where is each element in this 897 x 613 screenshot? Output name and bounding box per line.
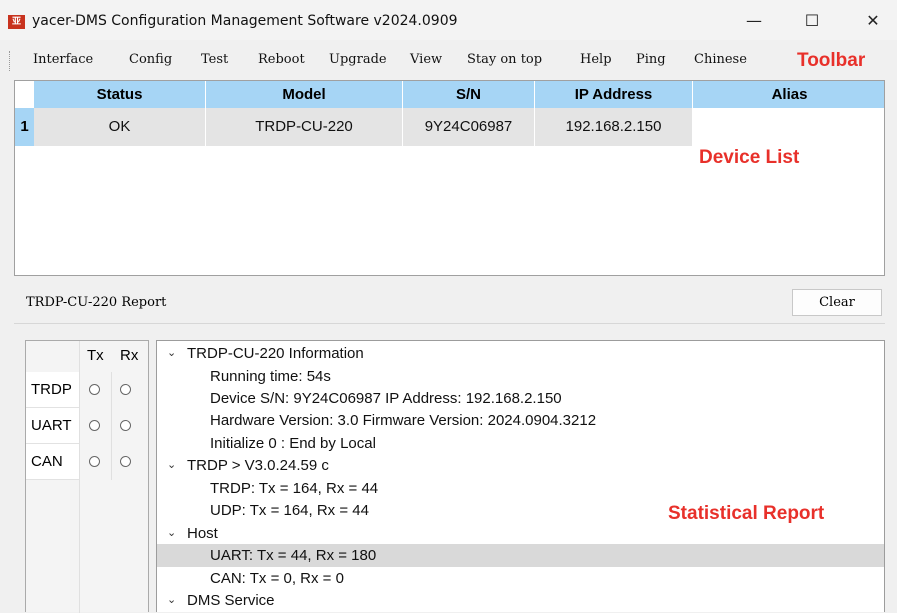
tree-node-label: TRDP > V3.0.24.59 c — [187, 457, 329, 474]
tree-leaf-label: Running time: 54s — [210, 368, 331, 385]
tree-leaf[interactable]: CAN: Tx = 0, Rx = 0 — [157, 567, 884, 590]
can-rx-indicator — [120, 456, 131, 467]
grip-icon — [9, 51, 13, 71]
cell-alias[interactable] — [693, 108, 884, 146]
io-label-trdp: TRDP — [26, 372, 79, 408]
tree-node-info[interactable]: ⌄ TRDP-CU-220 Information — [157, 342, 884, 365]
tree-leaf-label: TRDP: Tx = 164, Rx = 44 — [210, 480, 379, 497]
can-tx-indicator — [89, 456, 100, 467]
io-divider — [111, 372, 112, 480]
tree-leaf-label: Hardware Version: 3.0 Firmware Version: … — [210, 412, 597, 429]
menu-ping[interactable]: Ping — [636, 52, 666, 67]
cell-sn[interactable]: 9Y24C06987 — [403, 108, 535, 146]
tree-node-label: DMS Service — [187, 592, 275, 609]
column-header-alias[interactable]: Alias — [693, 81, 884, 108]
cell-status[interactable]: OK — [34, 108, 206, 146]
tree-node-trdp[interactable]: ⌄ TRDP > V3.0.24.59 c — [157, 454, 884, 477]
maximize-button[interactable]: ☐ — [789, 6, 835, 36]
tree-leaf[interactable]: TRDP: Tx = 164, Rx = 44 — [157, 477, 884, 500]
grid-corner — [15, 81, 34, 108]
tree-leaf[interactable]: Initialize 0 : End by Local — [157, 432, 884, 455]
menu-view[interactable]: View — [410, 52, 442, 67]
clear-button[interactable]: Clear — [792, 289, 882, 316]
tree-leaf-label: CAN: Tx = 0, Rx = 0 — [210, 570, 344, 587]
device-list[interactable]: Status Model S/N IP Address Alias 1 OK T… — [14, 80, 885, 276]
column-header-status[interactable]: Status — [34, 81, 206, 108]
tree-node-dms-service[interactable]: ⌄ DMS Service — [157, 589, 884, 612]
tree-node-label: TRDP-CU-220 Information — [187, 345, 364, 362]
divider — [14, 323, 885, 324]
menu-help[interactable]: Help — [580, 52, 612, 67]
tree-leaf-label: UART: Tx = 44, Rx = 180 — [210, 547, 377, 564]
tree-leaf-label: Initialize 0 : End by Local — [210, 435, 376, 452]
title-bar: 亚 yacer-DMS Configuration Management Sof… — [0, 0, 897, 40]
tree-leaf[interactable]: Hardware Version: 3.0 Firmware Version: … — [157, 409, 884, 432]
column-header-model[interactable]: Model — [206, 81, 403, 108]
chevron-down-icon[interactable]: ⌄ — [167, 522, 176, 545]
column-header-ip[interactable]: IP Address — [535, 81, 693, 108]
tree-leaf-label: UDP: Tx = 164, Rx = 44 — [210, 502, 369, 519]
row-header[interactable]: 1 — [15, 108, 34, 146]
menu-chinese[interactable]: Chinese — [694, 52, 747, 67]
menu-config[interactable]: Config — [129, 52, 172, 67]
menu-reboot[interactable]: Reboot — [258, 52, 305, 67]
tree-leaf-selected[interactable]: UART: Tx = 44, Rx = 180 — [157, 544, 884, 567]
io-label-uart: UART — [26, 408, 79, 444]
chevron-down-icon[interactable]: ⌄ — [167, 342, 176, 365]
uart-tx-indicator — [89, 420, 100, 431]
menu-interface[interactable]: Interface — [33, 52, 93, 67]
window-title: yacer-DMS Configuration Management Softw… — [32, 13, 458, 29]
cell-model[interactable]: TRDP-CU-220 — [206, 108, 403, 146]
chevron-down-icon[interactable]: ⌄ — [167, 454, 176, 477]
tx-header: Tx — [87, 347, 104, 364]
uart-rx-indicator — [120, 420, 131, 431]
column-header-sn[interactable]: S/N — [403, 81, 535, 108]
tree-node-host[interactable]: ⌄ Host — [157, 522, 884, 545]
report-title: TRDP-CU-220 Report — [26, 295, 167, 310]
trdp-rx-indicator — [120, 384, 131, 395]
device-list-annotation: Device List — [699, 147, 800, 168]
tree-leaf-label: Device S/N: 9Y24C06987 IP Address: 192.1… — [210, 390, 562, 407]
rx-header: Rx — [120, 347, 139, 364]
tree-leaf[interactable]: Device S/N: 9Y24C06987 IP Address: 192.1… — [157, 387, 884, 410]
io-divider — [79, 341, 80, 613]
io-label-can: CAN — [26, 444, 79, 480]
statistical-report-tree[interactable]: ⌄ TRDP-CU-220 Information Running time: … — [156, 340, 885, 612]
io-indicator-panel: Tx Rx TRDP UART CAN — [25, 340, 149, 613]
report-bar: TRDP-CU-220 Report Clear — [14, 283, 885, 323]
menu-upgrade[interactable]: Upgrade — [329, 52, 387, 67]
minimize-button[interactable]: — — [731, 6, 777, 36]
toolbar-annotation: Toolbar — [797, 50, 866, 71]
menu-bar: Interface Config Test Reboot Upgrade Vie… — [0, 42, 897, 80]
tree-node-label: Host — [187, 525, 218, 542]
menu-test[interactable]: Test — [201, 52, 228, 67]
menu-stay-on-top[interactable]: Stay on top — [467, 52, 542, 67]
trdp-tx-indicator — [89, 384, 100, 395]
statistical-report-annotation: Statistical Report — [668, 503, 825, 524]
app-logo-icon: 亚 — [8, 15, 25, 29]
cell-ip[interactable]: 192.168.2.150 — [535, 108, 693, 146]
close-button[interactable]: ✕ — [850, 6, 896, 36]
chevron-down-icon[interactable]: ⌄ — [167, 589, 176, 612]
tree-leaf[interactable]: Running time: 54s — [157, 365, 884, 388]
